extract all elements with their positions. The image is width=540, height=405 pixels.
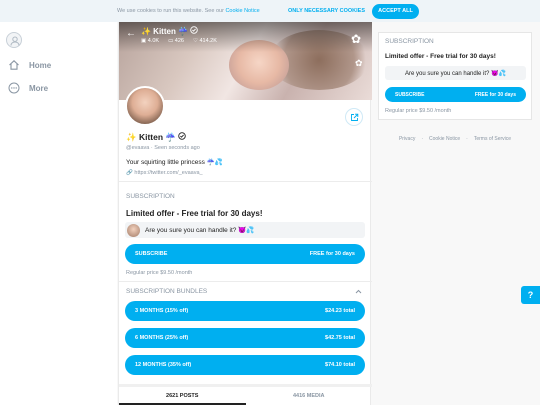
home-icon [9,60,19,70]
cookie-message: We use cookies to run this website. See … [117,8,224,14]
subscription-header: SUBSCRIPTION [385,38,434,45]
cookie-text: We use cookies to run this website. See … [117,8,260,14]
offer-title: Limited offer - Free trial for 30 days! [385,53,496,60]
sidebar-item-more[interactable]: More [8,82,48,94]
profile-avatar[interactable] [125,86,165,126]
flower-icon: ✿ [355,58,363,68]
terms-link[interactable]: Terms of Service [474,136,511,142]
more-icon [8,82,20,94]
bundle-12-months-button[interactable]: 12 MONTHS (35% off) $74.10 total [125,355,365,375]
heart-icon: ♡ [192,38,198,44]
accept-all-button[interactable]: ACCEPT ALL [372,4,419,19]
videos-stat: ▭ 426 [168,38,184,44]
profile-name: ✨ Kitten ☔ [126,132,187,143]
profile-tabs: 2621 POSTS 4416 MEDIA [119,387,372,405]
footer-links: Privacy · Cookie Notice · Terms of Servi… [398,136,512,142]
regular-price: Regular price $9.50 /month [385,108,452,114]
profile-stats: ▣ 4.0K ▭ 426 ♡ 414.2K [141,38,217,44]
likes-stat: ♡ 414.2K [192,38,217,44]
subscribe-price: FREE for 30 days [309,251,355,257]
cover-title: ✨ Kitten ☔ [141,26,199,36]
profile-link[interactable]: 🔗 https://twitter.com/_evaava_ [126,170,203,176]
regular-price: Regular price $9.50 /month [126,270,193,276]
share-button[interactable] [345,108,363,126]
cookie-notice-link[interactable]: Cookie Notice [225,8,259,14]
message-text: Are you sure you can handle it? 😈💦 [405,70,506,77]
chevron-up-icon[interactable] [355,289,362,294]
cookie-notice-link[interactable]: Cookie Notice [429,136,460,142]
photos-stat: ▣ 4.0K [141,38,160,44]
share-icon [350,113,358,121]
user-icon [10,36,20,46]
message-avatar [127,223,140,237]
tab-media[interactable]: 4416 MEDIA [246,387,373,405]
cookie-banner: We use cookies to run this website. See … [0,0,540,22]
privacy-link[interactable]: Privacy [399,136,415,142]
back-arrow-icon[interactable]: ← [126,28,136,39]
bundle-3-months-button[interactable]: 3 MONTHS (15% off) $24.23 total [125,301,365,321]
verified-icon [178,132,187,140]
tab-posts[interactable]: 2621 POSTS [119,387,246,405]
image-icon: ▣ [141,38,147,44]
offer-title: Limited offer - Free trial for 30 days! [126,209,263,218]
cover-image: ✿ ✿ ← ✨ Kitten ☔ ▣ 4.0K ▭ 426 ♡ 414.2K [119,22,372,100]
link-icon: 🔗 [126,170,133,176]
bundle-6-months-button[interactable]: 6 MONTHS (25% off) $42.75 total [125,328,365,348]
sidebar-item-label: More [29,83,49,93]
help-button[interactable]: ? [521,286,540,304]
subscription-card: SUBSCRIPTION Limited offer - Free trial … [378,32,532,120]
profile-handle: @evaava · Seen seconds ago [126,145,200,151]
profile-bio: Your squirting little princess ☔💦 [126,159,223,166]
creator-message: Are you sure you can handle it? 😈💦 [125,222,365,238]
sidebar-item-home[interactable]: Home [8,59,51,71]
subscribe-button[interactable]: SUBSCRIBE FREE for 30 days [385,87,526,102]
creator-message: Are you sure you can handle it? 😈💦 [385,66,526,80]
video-icon: ▭ [168,38,174,44]
profile-column: ✿ ✿ ← ✨ Kitten ☔ ▣ 4.0K ▭ 426 ♡ 414.2K ✨… [118,22,372,405]
only-necessary-button[interactable]: ONLY NECESSARY COOKIES [288,8,365,14]
last-seen: Seen seconds ago [154,145,200,151]
sidebar-item-label: Home [29,60,52,70]
message-text: Are you sure you can handle it? 😈💦 [145,227,255,234]
flower-icon: ✿ [351,32,362,46]
subscribe-button[interactable]: SUBSCRIBE FREE for 30 days [125,244,365,264]
subscribe-price: FREE for 30 days [474,91,516,98]
subscription-header: SUBSCRIPTION [126,193,175,200]
verified-icon [190,26,199,34]
sidebar: Home More [0,22,117,405]
bundles-header[interactable]: SUBSCRIPTION BUNDLES [126,288,207,295]
user-avatar[interactable] [6,32,22,48]
